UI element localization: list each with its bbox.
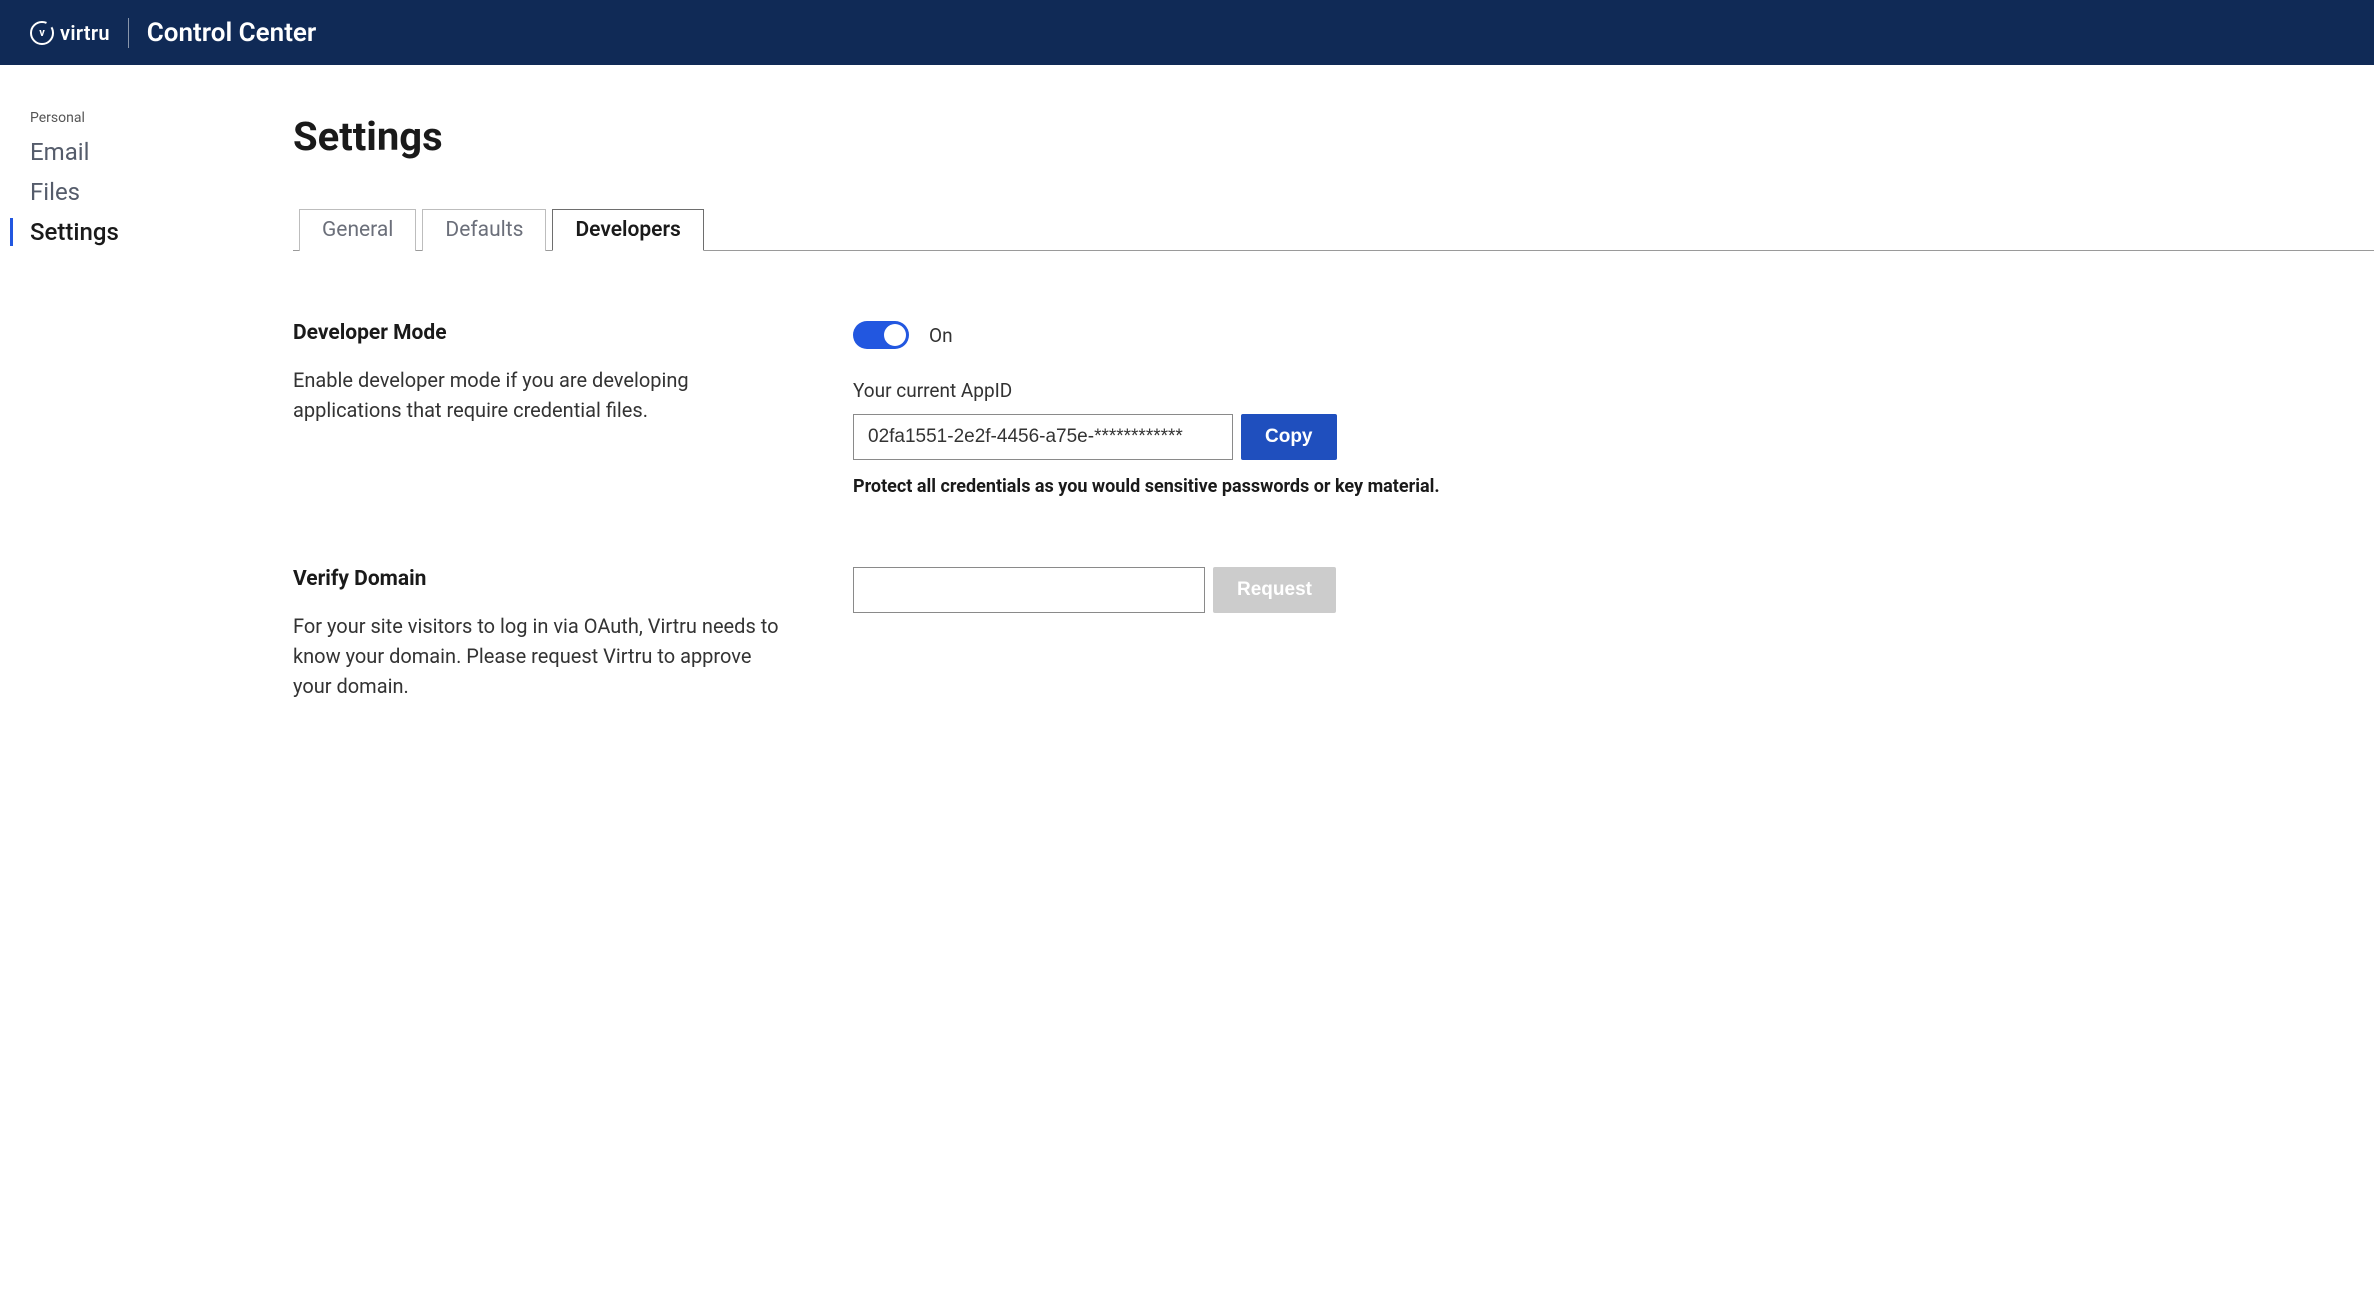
request-button[interactable]: Request [1213,567,1336,613]
tab-label: General [322,218,393,242]
sidebar-item-label: Files [30,178,80,206]
header-divider [128,18,129,48]
sidebar: Personal Email Files Settings [0,65,245,741]
virtru-logo-icon: v [30,21,54,45]
toggle-knob [884,324,906,346]
developer-mode-toggle-label: On [929,324,953,347]
page-title: Settings [293,113,2374,160]
verify-domain-heading: Verify Domain [293,567,793,591]
copy-button[interactable]: Copy [1241,414,1337,460]
developer-mode-description: Enable developer mode if you are develop… [293,365,793,425]
verify-domain-input[interactable] [853,567,1205,613]
verify-domain-description: For your site visitors to log in via OAu… [293,611,793,701]
tab-defaults[interactable]: Defaults [422,209,546,251]
brand-logo: v virtru [30,21,110,45]
brand-name: virtru [60,21,110,45]
app-header: v virtru Control Center [0,0,2374,65]
tab-developers[interactable]: Developers [552,209,703,251]
section-developer-mode: Developer Mode Enable developer mode if … [293,321,2374,497]
credentials-warning: Protect all credentials as you would sen… [853,476,1473,497]
tab-general[interactable]: General [299,209,416,251]
sidebar-section-label: Personal [0,110,245,134]
sidebar-item-email[interactable]: Email [0,134,245,170]
sidebar-item-label: Email [30,138,89,166]
section-verify-domain: Verify Domain For your site visitors to … [293,567,2374,701]
sidebar-item-label: Settings [30,218,119,246]
appid-label: Your current AppID [853,379,1473,402]
appid-field[interactable] [853,414,1233,460]
header-title: Control Center [147,18,317,48]
developer-mode-toggle[interactable] [853,321,909,349]
tab-bar: General Defaults Developers [293,208,2374,251]
sidebar-item-files[interactable]: Files [0,174,245,210]
tab-label: Developers [575,218,680,242]
developer-mode-heading: Developer Mode [293,321,793,345]
main-content: Settings General Defaults Developers Dev… [245,65,2374,741]
tab-label: Defaults [445,218,523,242]
sidebar-item-settings[interactable]: Settings [0,214,245,250]
